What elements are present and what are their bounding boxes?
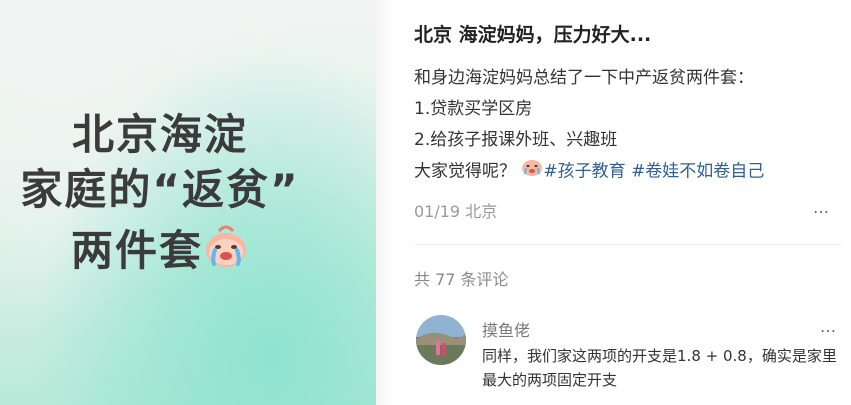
cover-line-1: 北京海淀 <box>0 105 320 165</box>
post-body-line: 1.贷款买学区房 <box>414 99 533 119</box>
post-detail-panel: 北京 海淀妈妈，压力好大... 和身边海淀妈妈总结了一下中产返贫两件套： 1.贷… <box>394 0 851 405</box>
post-body-line: 和身边海淀妈妈总结了一下中产返贫两件套： <box>414 68 754 88</box>
divider <box>414 244 841 245</box>
cover-line-2: 家庭的“返贫” <box>20 165 300 214</box>
comment-author[interactable]: 摸鱼佬 <box>482 317 530 341</box>
post-body: 和身边海淀妈妈总结了一下中产返贫两件套： 1.贷款买学区房 2.给孩子报课外班、… <box>414 63 764 188</box>
post-date-location: 01/19 北京 <box>414 202 498 221</box>
cover-line-1-plain: 北京 <box>71 110 160 159</box>
post-meta: 01/19 北京 … <box>414 198 844 222</box>
cover-line-3-text: 两件套 <box>70 226 203 275</box>
comment-count: 共 77 条评论 <box>414 270 509 289</box>
cover-line-3: 两件套 <box>0 221 320 285</box>
comment-text: 同样，我们家这两项的开支是1.8 + 0.8，确实是家里最大的两项固定开支 <box>482 347 837 389</box>
crying-face-icon <box>521 156 543 187</box>
post-body-line: 大家觉得呢？ #孩子教育 #卷娃不如卷自己 <box>414 156 764 188</box>
post-body-line: 2.给孩子报课外班、兴趣班 <box>414 130 618 150</box>
more-options-icon[interactable]: … <box>813 198 830 217</box>
hashtag-link[interactable]: #孩子教育 <box>543 162 625 182</box>
cover-line-1-highlight: 海淀 <box>157 105 251 165</box>
panel-divider-shadow <box>376 0 394 405</box>
post-cover-image[interactable]: 北京海淀 家庭的“返贫” 两件套 <box>0 0 376 405</box>
hashtag-link[interactable]: #卷娃不如卷自己 <box>631 162 764 182</box>
crying-face-icon <box>203 223 249 285</box>
avatar[interactable] <box>416 315 466 365</box>
post-body-text: 大家觉得呢？ <box>414 161 522 182</box>
post-title: 北京 海淀妈妈，压力好大... <box>414 24 652 46</box>
more-options-icon[interactable]: … <box>820 317 837 336</box>
